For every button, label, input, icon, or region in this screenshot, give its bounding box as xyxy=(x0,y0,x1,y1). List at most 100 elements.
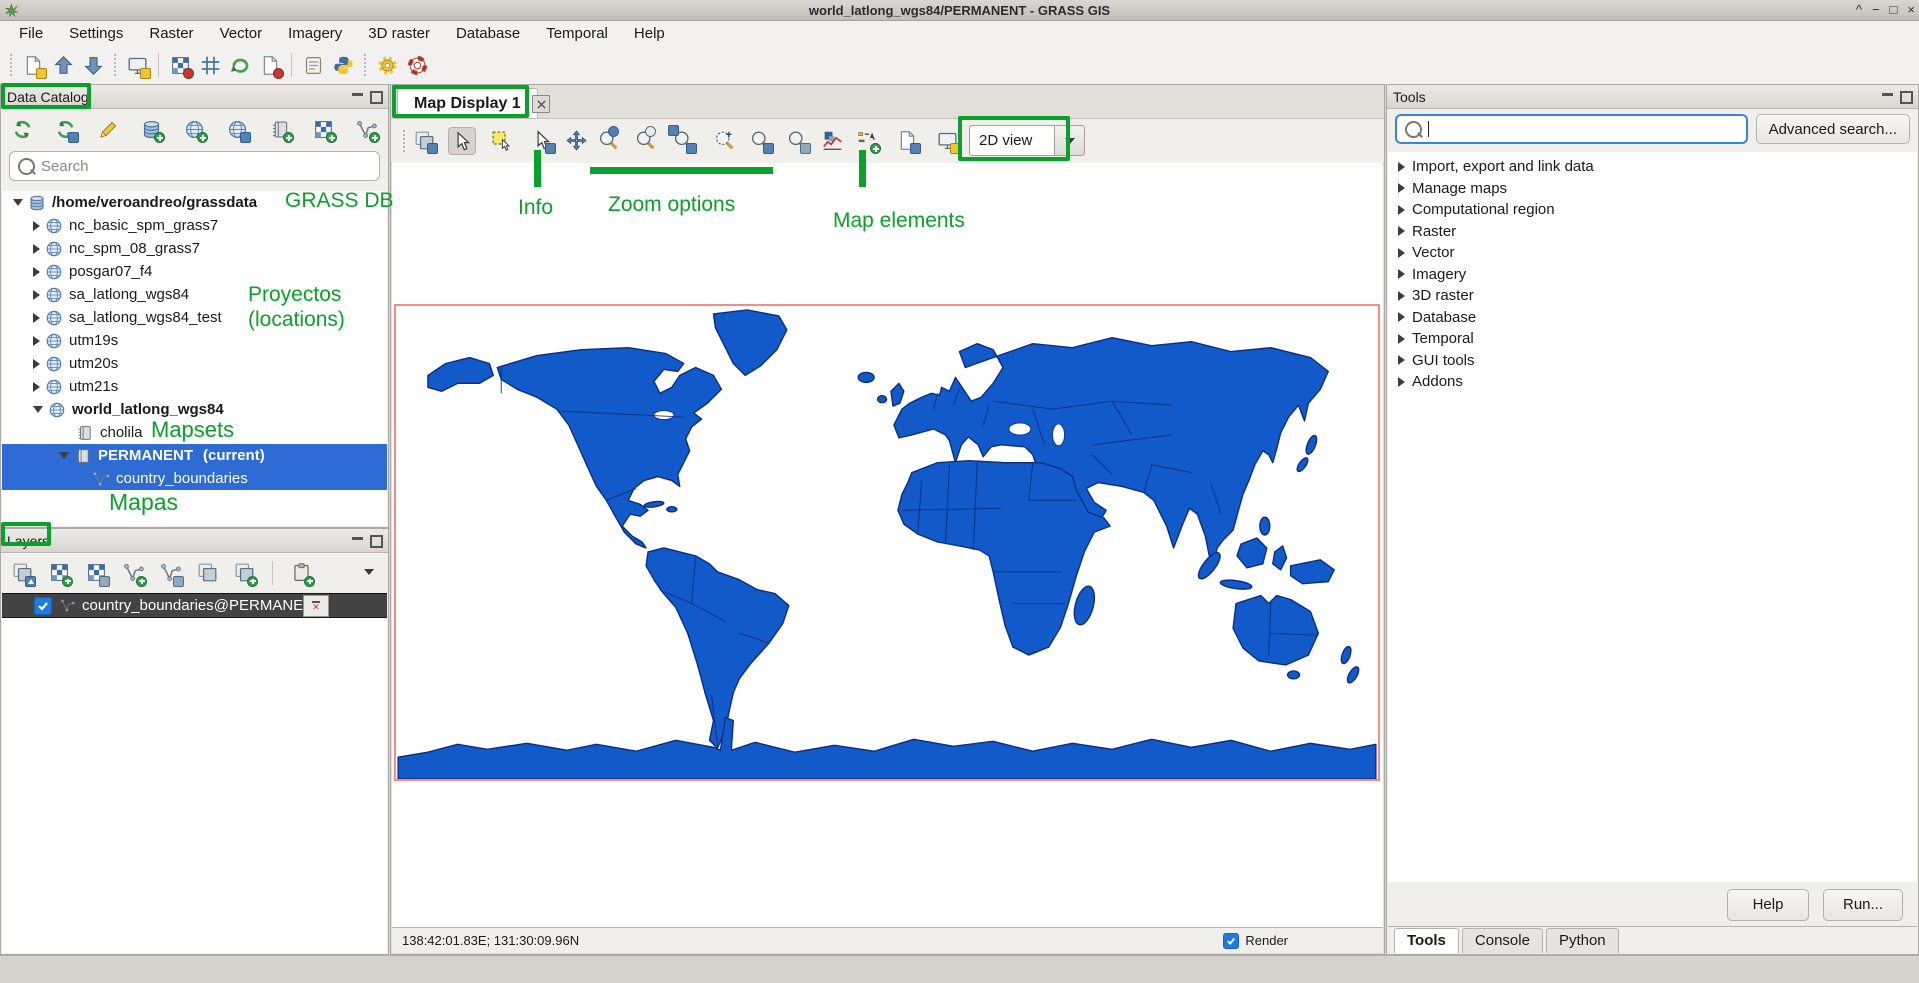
expanded-arrow-icon[interactable] xyxy=(33,406,43,413)
expanded-arrow-icon[interactable] xyxy=(59,452,69,459)
render-toggle[interactable]: Render xyxy=(1223,933,1288,949)
zoom-back-button[interactable] xyxy=(747,127,773,153)
tab-tools[interactable]: Tools xyxy=(1394,928,1459,953)
georectifier-button[interactable] xyxy=(167,52,193,78)
reload-tree-button[interactable] xyxy=(9,116,35,142)
layer-checkbox[interactable] xyxy=(34,597,52,615)
tree-node-location[interactable]: nc_spm_08_grass7 xyxy=(2,237,387,260)
panel-minimize-icon[interactable] xyxy=(352,93,363,96)
display-settings-button[interactable] xyxy=(934,127,960,153)
tools-tree-item[interactable]: Computational region xyxy=(1388,199,1917,221)
new-location-button[interactable] xyxy=(181,116,207,142)
panel-float-icon[interactable] xyxy=(1900,91,1913,104)
add-vector-special-button[interactable] xyxy=(157,560,183,586)
tab-python[interactable]: Python xyxy=(1546,928,1619,953)
settings-button[interactable] xyxy=(374,52,400,78)
advanced-search-button[interactable]: Advanced search... xyxy=(1756,114,1910,144)
select-features-button[interactable] xyxy=(488,127,514,153)
graphical-modeler-button[interactable] xyxy=(197,52,223,78)
collapsed-arrow-icon[interactable] xyxy=(33,382,40,392)
collapsed-arrow-icon[interactable] xyxy=(33,313,40,323)
tab-console[interactable]: Console xyxy=(1462,928,1543,953)
tools-search-input[interactable] xyxy=(1395,114,1748,144)
collapsed-arrow-icon[interactable] xyxy=(33,267,40,277)
expanded-arrow-icon[interactable] xyxy=(13,199,23,206)
collapsed-arrow-icon[interactable] xyxy=(33,244,40,254)
add-overlay-button[interactable] xyxy=(288,560,314,586)
panel-minimize-icon[interactable] xyxy=(1882,93,1893,96)
save-display-button[interactable] xyxy=(894,127,920,153)
tree-node-mapset-current[interactable]: PERMANENT (current) xyxy=(2,444,387,467)
tree-node-location[interactable]: nc_basic_spm_grass7 xyxy=(2,214,387,237)
menu-settings[interactable]: Settings xyxy=(56,23,136,44)
add-web-service-layer-button[interactable] xyxy=(231,560,257,586)
window-minimize-button[interactable]: − xyxy=(1872,0,1880,20)
animation-tool-button[interactable] xyxy=(227,52,253,78)
new-workspace-button[interactable] xyxy=(20,52,46,78)
tools-tree-item[interactable]: GUI tools xyxy=(1388,350,1917,372)
window-close-button[interactable]: × xyxy=(1907,0,1915,20)
download-location-button[interactable] xyxy=(224,116,250,142)
close-tab-icon[interactable] xyxy=(532,95,550,113)
menu-temporal[interactable]: Temporal xyxy=(533,23,621,44)
import-vector-button[interactable] xyxy=(353,116,379,142)
add-grassdb-button[interactable] xyxy=(138,116,164,142)
import-raster-button[interactable] xyxy=(310,116,336,142)
panel-float-icon[interactable] xyxy=(370,535,383,548)
tree-node-location[interactable]: utm20s xyxy=(2,352,387,375)
tools-tree-item[interactable]: Database xyxy=(1388,307,1917,329)
tree-node-location[interactable]: utm19s xyxy=(2,329,387,352)
tree-node-vector-map[interactable]: country_boundaries xyxy=(2,467,387,490)
zoom-in-button[interactable] xyxy=(595,127,621,153)
toolbar-overflow-icon[interactable] xyxy=(364,569,374,575)
map-region-frame[interactable] xyxy=(394,304,1380,781)
tree-node-location[interactable]: utm21s xyxy=(2,375,387,398)
collapsed-arrow-icon[interactable] xyxy=(33,221,40,231)
run-script-button[interactable] xyxy=(257,52,283,78)
console-button[interactable] xyxy=(300,52,326,78)
window-shade-button[interactable]: ^ xyxy=(1856,0,1862,20)
tools-tree-item[interactable]: Vector xyxy=(1388,242,1917,264)
panel-float-icon[interactable] xyxy=(370,91,383,104)
new-mapset-button[interactable] xyxy=(267,116,293,142)
pointer-button[interactable] xyxy=(448,127,476,155)
menu-imagery[interactable]: Imagery xyxy=(275,23,355,44)
layer-row[interactable]: country_boundaries@PERMANENT ✕ xyxy=(2,593,387,618)
zoom-region-button[interactable] xyxy=(711,127,737,153)
add-map-elements-button[interactable] xyxy=(854,127,880,153)
collapsed-arrow-icon[interactable] xyxy=(33,359,40,369)
menu-vector[interactable]: Vector xyxy=(207,23,276,44)
add-vector-button[interactable] xyxy=(120,560,146,586)
python-shell-button[interactable] xyxy=(330,52,356,78)
panel-minimize-icon[interactable] xyxy=(352,537,363,540)
menu-database[interactable]: Database xyxy=(443,23,533,44)
menu-raster[interactable]: Raster xyxy=(136,23,206,44)
tools-tree-item[interactable]: 3D raster xyxy=(1388,285,1917,307)
open-workspace-button[interactable] xyxy=(50,52,76,78)
menu-file[interactable]: File xyxy=(6,23,56,44)
menu-help[interactable]: Help xyxy=(621,23,678,44)
menu-3d-raster[interactable]: 3D raster xyxy=(355,23,443,44)
query-button[interactable] xyxy=(529,127,555,153)
tools-tree-item[interactable]: Raster xyxy=(1388,221,1917,243)
tree-node-location[interactable]: posgar07_f4 xyxy=(2,260,387,283)
add-misc-layer-button[interactable] xyxy=(194,560,220,586)
render-map-button[interactable] xyxy=(411,127,437,153)
tools-tree-item[interactable]: Imagery xyxy=(1388,264,1917,286)
reload-mapset-button[interactable] xyxy=(52,116,78,142)
tools-tree-item[interactable]: Temporal xyxy=(1388,328,1917,350)
run-button[interactable]: Run... xyxy=(1823,889,1903,921)
tools-tree-item[interactable]: Manage maps xyxy=(1388,178,1917,200)
help-button[interactable]: Help xyxy=(1727,889,1809,921)
analyze-map-button[interactable] xyxy=(819,127,845,153)
window-maximize-button[interactable]: □ xyxy=(1890,0,1898,20)
render-checkbox[interactable] xyxy=(1223,933,1239,949)
edit-toggle-button[interactable] xyxy=(95,116,121,142)
add-raster-button[interactable] xyxy=(46,560,72,586)
zoom-out-button[interactable] xyxy=(632,127,658,153)
tools-tree-item[interactable]: Import, export and link data xyxy=(1388,156,1917,178)
collapsed-arrow-icon[interactable] xyxy=(33,290,40,300)
zoom-extent-button[interactable] xyxy=(670,127,696,153)
collapsed-arrow-icon[interactable] xyxy=(33,336,40,346)
add-raster-special-button[interactable] xyxy=(83,560,109,586)
